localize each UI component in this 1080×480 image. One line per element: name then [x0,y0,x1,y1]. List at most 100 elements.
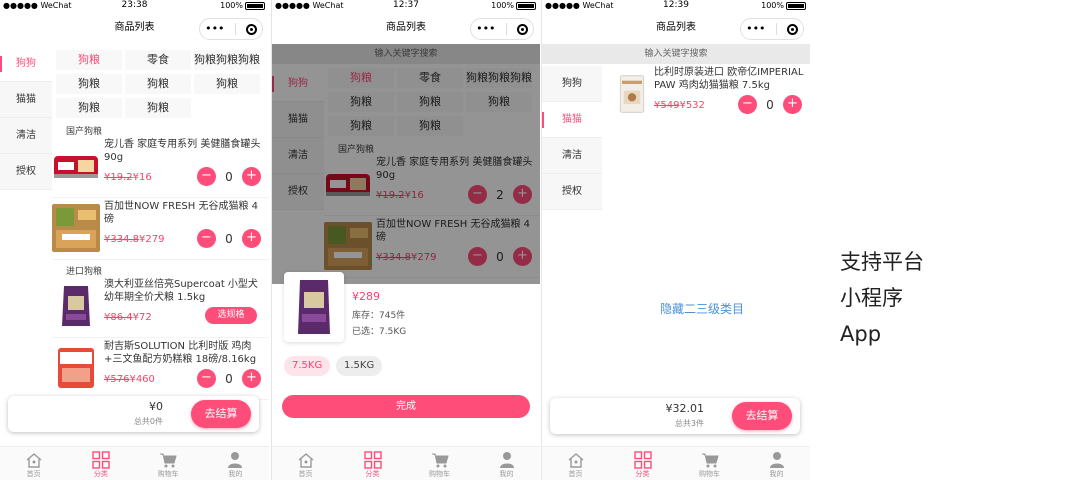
sale-price: ¥532 [679,100,705,111]
tag-item[interactable]: 狗粮 [125,98,191,118]
status-bar: ●●●●● WeChat 12:39 100% [542,0,810,12]
tab-label: 购物车 [157,470,179,478]
product-name: 宠儿香 家庭专用系列 美健膳食罐头 90g [104,139,261,163]
user-icon [499,452,514,468]
product-name: 澳大利亚丝倍亮Supercoat 小型犬幼年期全价犬粮 1.5kg [104,279,258,303]
decrease-button[interactable]: − [738,95,757,114]
increase-button[interactable]: + [242,229,261,248]
tag-item[interactable]: 狗粮 [56,98,122,118]
product-price: ¥334.8¥279 [104,234,164,245]
increase-button[interactable]: + [242,167,261,186]
user-icon [769,452,784,468]
original-price: ¥334.8 [104,234,139,245]
tab-category[interactable]: 分类 [67,447,134,480]
product-image [52,344,100,392]
platform-support-caption: 支持平台 小程序 App [840,244,924,352]
battery-percent: 100% [220,1,243,10]
product-name: 耐吉斯SOLUTION 比利时版 鸡肉+三文鱼配方奶糕粮 18磅/8.16kg [104,341,257,365]
product-price: ¥549¥532 [654,100,705,111]
quantity-stepper: − 0 + [197,369,261,388]
product-price: ¥19.2¥16 [104,172,152,183]
product-image [52,142,100,190]
tab-cart[interactable]: 购物车 [135,447,202,480]
product-price: ¥86.4¥72 [104,312,152,323]
section-title: 进口狗粮 [66,267,103,277]
sidebar-item-cleaning[interactable]: 清洁 [542,138,602,174]
sidebar-item-cats[interactable]: 猫猫 [542,102,602,138]
cart-icon [431,453,449,467]
decrease-button[interactable]: − [197,229,216,248]
product-item[interactable]: 耐吉斯SOLUTION 比利时版 鸡肉+三文鱼配方奶糕粮 18磅/8.16kg … [52,338,269,400]
original-price: ¥576 [104,374,130,385]
select-spec-button[interactable]: 选规格 [205,307,257,324]
tab-category[interactable]: 分类 [609,447,676,480]
tab-profile[interactable]: 我的 [473,447,540,480]
category-sidebar: 狗狗 猫猫 清洁 授权 [542,66,602,210]
decrease-button[interactable]: − [197,369,216,388]
battery-indicator: 100% [491,1,536,10]
sidebar-item-cats[interactable]: 猫猫 [0,82,52,118]
tab-home[interactable]: 首页 [272,447,339,480]
page-title: 商品列表 [114,22,155,33]
tab-bar: 首页 分类 购物车 我的 [0,446,269,480]
more-menu-button[interactable]: ••• [476,19,495,39]
spec-sheet: ¥289 库存：745件 已选：7.5KG 7.5KG 1.5KG 完成 [272,272,540,446]
tab-profile[interactable]: 我的 [202,447,269,480]
tab-profile[interactable]: 我的 [743,447,810,480]
tab-label: 首页 [26,470,41,478]
tab-cart[interactable]: 购物车 [406,447,473,480]
checkout-button[interactable]: 去结算 [191,400,251,428]
sale-price: ¥279 [139,234,165,245]
more-menu-button[interactable]: ••• [746,19,765,39]
tab-home[interactable]: 首页 [0,447,67,480]
tab-label: 我的 [228,470,243,478]
tag-item[interactable]: 狗粮狗粮狗粮 [194,50,260,70]
increase-button[interactable]: + [783,95,802,114]
sidebar-item-dogs[interactable]: 狗狗 [542,66,602,102]
product-image [298,280,330,334]
checkout-button[interactable]: 去结算 [732,402,792,430]
tag-item[interactable]: 狗粮 [56,74,122,94]
tab-category[interactable]: 分类 [339,447,406,480]
tag-item[interactable]: 狗粮 [125,74,191,94]
tag-item[interactable]: 狗粮 [56,50,122,70]
product-item[interactable]: 澳大利亚丝倍亮Supercoat 小型犬幼年期全价犬粮 1.5kg ¥86.4¥… [52,276,269,338]
product-image [52,204,100,252]
done-button[interactable]: 完成 [282,395,530,418]
tag-item[interactable]: 狗粮 [194,74,260,94]
modal-backdrop[interactable] [272,44,540,284]
tag-item[interactable]: 零食 [125,50,191,70]
tab-label: 我的 [769,470,784,478]
close-miniprogram-icon[interactable] [786,23,798,35]
screen-spec-select: ●●●●● WeChat 12:37 100% 商品列表 ••• 输入关键字搜索… [271,0,540,480]
tab-cart[interactable]: 购物车 [676,447,743,480]
hide-subcategories-link[interactable]: 隐藏二三级类目 [594,300,810,317]
cart-bar: ¥0 总共0件 去结算 [8,396,259,432]
spec-option[interactable]: 1.5KG [336,356,383,376]
spec-option[interactable]: 7.5KG [284,356,331,376]
battery-icon [245,1,265,10]
product-item[interactable]: 比利时原装进口 欧帝亿IMPERIAL PAW 鸡肉幼猫猫粮 7.5kg ¥54… [602,64,810,126]
sidebar-item-cleaning[interactable]: 清洁 [0,118,52,154]
increase-button[interactable]: + [242,369,261,388]
more-menu-button[interactable]: ••• [205,19,224,39]
cart-icon [701,453,719,467]
sale-price: ¥72 [132,312,152,323]
screen-product-list: ●●●●● WeChat 23:38 100% 商品列表 ••• 狗狗 猫猫 清… [0,0,269,480]
close-miniprogram-icon[interactable] [516,23,528,35]
quantity-stepper: − 0 + [738,95,802,114]
sidebar-item-authorization[interactable]: 授权 [542,174,602,210]
cart-total: ¥0 [149,400,163,413]
user-icon [228,452,243,468]
product-item[interactable]: 百加世NOW FRESH 无谷成猫粮 4磅 ¥334.8¥279 − 0 + [52,198,269,260]
quantity-value: 0 [766,97,774,112]
decrease-button[interactable]: − [197,167,216,186]
sidebar-item-authorization[interactable]: 授权 [0,154,52,190]
product-item[interactable]: 宠儿香 家庭专用系列 美健膳食罐头 90g ¥19.2¥16 − 0 + [52,136,269,198]
close-miniprogram-icon[interactable] [245,23,257,35]
battery-indicator: 100% [220,1,265,10]
subcategory-tags: 狗粮 零食 狗粮狗粮狗粮 狗粮 狗粮 狗粮 狗粮 狗粮 [52,46,269,120]
sidebar-item-dogs[interactable]: 狗狗 [0,46,52,82]
tab-home[interactable]: 首页 [542,447,609,480]
search-input[interactable]: 输入关键字搜索 [542,44,810,64]
